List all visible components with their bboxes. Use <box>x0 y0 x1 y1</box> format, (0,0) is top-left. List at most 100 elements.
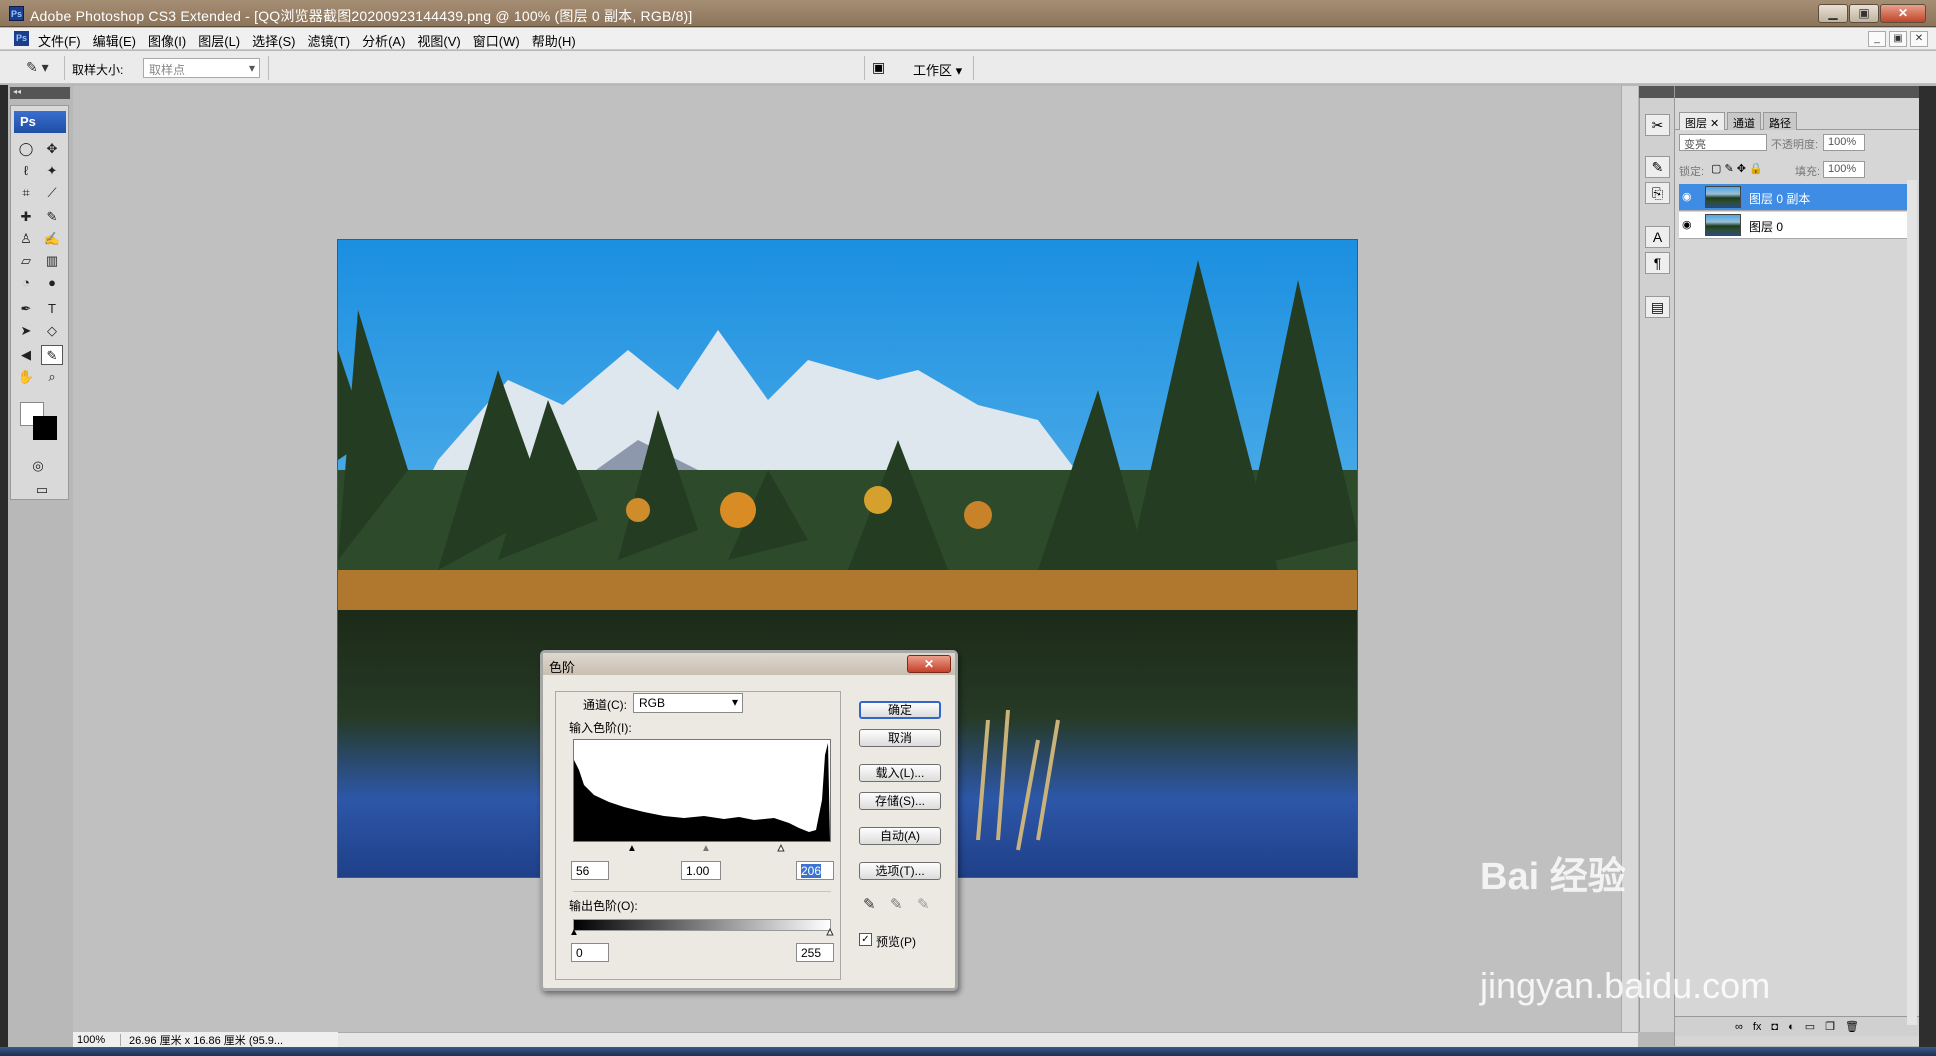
menu-item[interactable]: 窗口(W) <box>473 31 520 50</box>
character-panel-icon[interactable]: A <box>1645 226 1670 248</box>
zoom-tool-icon[interactable]: ⌕ <box>41 367 63 387</box>
input-white-slider[interactable]: ▲ <box>776 843 787 854</box>
toolbox-collapse-handle[interactable]: ◂◂ <box>10 87 70 99</box>
blur-tool-icon[interactable]: ◔ <box>15 273 37 293</box>
doc-restore-button[interactable]: ▣ <box>1889 31 1907 47</box>
crop-tool-icon[interactable]: ⌗ <box>15 183 37 203</box>
input-white-field[interactable]: 206 <box>796 861 834 880</box>
preview-checkbox[interactable]: ✓ <box>859 933 872 946</box>
save-button[interactable]: 存储(S)... <box>859 792 941 810</box>
eyedropper-tool-icon[interactable]: ✎ <box>41 345 63 365</box>
gray-eyedropper-icon[interactable]: ✎ <box>890 895 903 913</box>
new-group-icon[interactable]: ▭ <box>1805 1020 1815 1033</box>
layer-mask-icon[interactable]: ◘ <box>1771 1021 1778 1033</box>
workspace-menu[interactable]: 工作区 ▾ <box>913 60 962 79</box>
tab-channels[interactable]: 通道 <box>1727 112 1761 130</box>
menu-item[interactable]: 编辑(E) <box>93 31 136 50</box>
output-white-slider[interactable]: ▲ <box>825 927 836 938</box>
document-size-info[interactable]: 26.96 厘米 x 16.86 厘米 (95.9... <box>121 1032 283 1048</box>
dodge-tool-icon[interactable]: ● <box>41 273 63 293</box>
menu-item[interactable]: 选择(S) <box>252 31 295 50</box>
load-button[interactable]: 载入(L)... <box>859 764 941 782</box>
menu-item[interactable]: 图层(L) <box>198 31 240 50</box>
output-white-field[interactable]: 255 <box>796 943 834 962</box>
notes-tool-icon[interactable]: ◀ <box>15 345 37 365</box>
dock-handle[interactable] <box>1639 86 1674 98</box>
lock-icons[interactable]: ▢ ✎ ✥ 🔒 <box>1711 162 1763 175</box>
brush-panel-icon[interactable]: ✎ <box>1645 156 1670 178</box>
lasso-tool-icon[interactable]: ℓ <box>15 161 37 181</box>
eyedropper-preset-icon[interactable]: ✎ ▾ <box>26 59 54 77</box>
channel-select[interactable]: RGB <box>633 693 743 713</box>
zoom-level[interactable]: 100% <box>73 1033 121 1046</box>
tools-preset-icon[interactable]: ✂ <box>1645 114 1670 136</box>
bridge-icon[interactable]: ▣ <box>872 59 885 76</box>
pen-tool-icon[interactable]: ✒ <box>15 299 37 319</box>
doc-close-button[interactable]: ✕ <box>1910 31 1928 47</box>
shape-tool-icon[interactable]: ◇ <box>41 321 63 341</box>
adjustment-layer-icon[interactable]: ◐ <box>1788 1021 1795 1033</box>
menu-item[interactable]: 视图(V) <box>417 31 460 50</box>
gradient-tool-icon[interactable]: ▥ <box>41 251 63 271</box>
paragraph-panel-icon[interactable]: ¶ <box>1645 252 1670 274</box>
maximize-button[interactable]: ▣ <box>1849 4 1879 23</box>
delete-layer-icon[interactable]: 🗑 <box>1845 1020 1859 1033</box>
menu-item[interactable]: 帮助(H) <box>532 31 576 50</box>
screen-mode-icon[interactable]: ▭ <box>27 480 57 500</box>
white-eyedropper-icon[interactable]: ✎ <box>917 895 930 913</box>
layer-row[interactable]: ◉ 图层 0 副本 <box>1679 184 1907 211</box>
panel-header[interactable] <box>1675 86 1920 98</box>
clone-stamp-tool-icon[interactable]: ♙ <box>15 229 37 249</box>
clone-source-icon[interactable]: ⎘ <box>1645 182 1670 204</box>
move-tool-icon[interactable]: ✥ <box>41 139 63 159</box>
marquee-tool-icon[interactable]: ◯ <box>15 139 37 159</box>
tab-paths[interactable]: 路径 <box>1763 112 1797 130</box>
healing-brush-tool-icon[interactable]: ✚ <box>15 207 37 227</box>
eye-icon[interactable]: ◉ <box>1682 190 1692 203</box>
output-black-slider[interactable]: ▲ <box>569 928 579 938</box>
opacity-field[interactable]: 100% <box>1823 134 1865 151</box>
photoshop-window: Ps Adobe Photoshop CS3 Extended - [QQ浏览器… <box>0 0 1936 1056</box>
tab-layers[interactable]: 图层 ✕ <box>1679 112 1726 130</box>
input-black-slider[interactable]: ▲ <box>627 844 637 854</box>
background-color-swatch[interactable] <box>33 416 57 440</box>
link-layers-icon[interactable]: ∞ <box>1735 1021 1743 1033</box>
ok-button[interactable]: 确定 <box>859 701 941 719</box>
history-brush-tool-icon[interactable]: ✍ <box>41 229 63 249</box>
minimize-button[interactable]: ▁ <box>1818 4 1848 23</box>
output-black-field[interactable]: 0 <box>571 943 609 962</box>
eraser-tool-icon[interactable]: ▱ <box>15 251 37 271</box>
auto-button[interactable]: 自动(A) <box>859 827 941 845</box>
input-gamma-slider[interactable]: ▲ <box>701 844 711 854</box>
brush-tool-icon[interactable]: ✎ <box>41 207 63 227</box>
close-window-button[interactable]: ✕ <box>1880 4 1926 23</box>
path-selection-tool-icon[interactable]: ➤ <box>15 321 37 341</box>
menu-item[interactable]: 滤镜(T) <box>307 31 350 50</box>
layer-row[interactable]: ◉ 图层 0 <box>1679 212 1907 239</box>
options-button[interactable]: 选项(T)... <box>859 862 941 880</box>
magic-wand-tool-icon[interactable]: ✦ <box>41 161 63 181</box>
quick-mask-icon[interactable]: ◎ <box>27 456 49 476</box>
dialog-title-bar[interactable]: 色阶 ✕ <box>543 653 955 675</box>
dialog-close-button[interactable]: ✕ <box>907 655 951 673</box>
blend-mode-select[interactable]: 变亮 <box>1679 134 1767 151</box>
cancel-button[interactable]: 取消 <box>859 729 941 747</box>
hand-tool-icon[interactable]: ✋ <box>15 367 37 387</box>
layer-style-icon[interactable]: fx <box>1753 1021 1762 1033</box>
menu-item[interactable]: 分析(A) <box>362 31 405 50</box>
new-layer-icon[interactable]: ❐ <box>1825 1020 1835 1033</box>
menu-item[interactable]: 文件(F) <box>38 31 81 50</box>
layers-scrollbar[interactable] <box>1907 180 1917 1025</box>
type-tool-icon[interactable]: T <box>41 299 63 319</box>
eye-icon[interactable]: ◉ <box>1682 218 1692 231</box>
fill-field[interactable]: 100% <box>1823 161 1865 178</box>
input-gamma-field[interactable]: 1.00 <box>681 861 721 880</box>
sample-size-select[interactable]: 取样点 <box>143 58 260 78</box>
menu-item[interactable]: 图像(I) <box>148 31 186 50</box>
layer-comps-icon[interactable]: ▤ <box>1645 296 1670 318</box>
input-black-field[interactable]: 56 <box>571 861 609 880</box>
black-eyedropper-icon[interactable]: ✎ <box>863 895 876 913</box>
doc-minimize-button[interactable]: _ <box>1868 31 1886 47</box>
ps-logo[interactable]: Ps <box>14 111 66 133</box>
slice-tool-icon[interactable]: ⟋ <box>41 183 63 203</box>
